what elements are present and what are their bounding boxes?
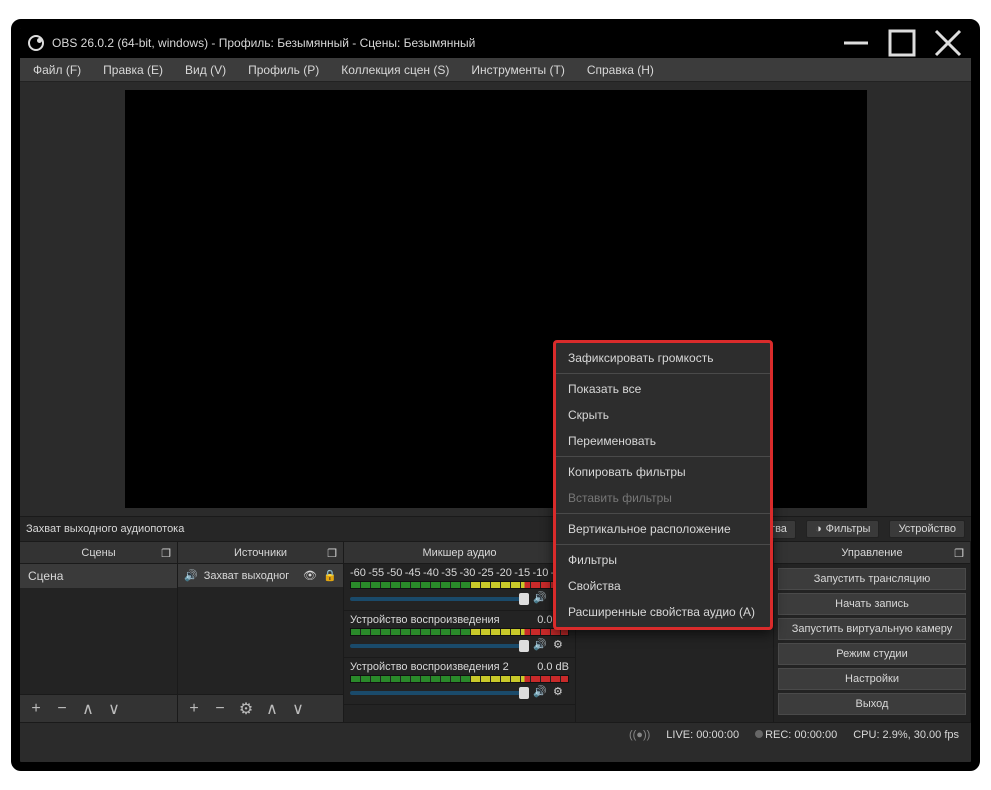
window-title: OBS 26.0.2 (64-bit, windows) - Профиль: … bbox=[52, 36, 833, 50]
context-menu-separator bbox=[556, 456, 770, 457]
close-button[interactable] bbox=[925, 28, 971, 58]
network-icon: ((●)) bbox=[629, 729, 650, 741]
status-cpu: CPU: 2.9%, 30.00 fps bbox=[853, 729, 959, 741]
mixer-panel: Микшер аудио❐ -60-55-50-45-40-35-30-25-2… bbox=[344, 542, 576, 722]
remove-scene-button[interactable]: − bbox=[50, 698, 74, 720]
speaker-icon[interactable]: 🔊 bbox=[533, 591, 549, 607]
controls-title: Управление bbox=[841, 547, 902, 559]
add-source-button[interactable]: + bbox=[182, 698, 206, 720]
control-button[interactable]: Режим студии bbox=[778, 643, 966, 665]
mixer-channel: Устройство воспроизведения0.0 dB🔊⚙ bbox=[344, 611, 575, 658]
control-button[interactable]: Выход bbox=[778, 693, 966, 715]
rec-dot-icon bbox=[755, 730, 763, 738]
speaker-icon[interactable]: 🔊 bbox=[533, 685, 549, 701]
control-button[interactable]: Начать запись bbox=[778, 593, 966, 615]
visibility-icon[interactable]: 👁 bbox=[303, 569, 317, 582]
lock-icon[interactable]: 🔒 bbox=[323, 569, 337, 582]
volume-slider[interactable] bbox=[350, 597, 529, 601]
dock-icon[interactable]: ❐ bbox=[325, 546, 339, 560]
context-menu-item[interactable]: Зафиксировать громкость bbox=[556, 345, 770, 371]
scene-item[interactable]: Сцена bbox=[20, 564, 177, 588]
context-menu-item[interactable]: Свойства bbox=[556, 573, 770, 599]
context-menu-item[interactable]: Скрыть bbox=[556, 402, 770, 428]
remove-source-button[interactable]: − bbox=[208, 698, 232, 720]
context-menu-item[interactable]: Фильтры bbox=[556, 547, 770, 573]
context-menu-item[interactable]: Расширенные свойства аудио (A) bbox=[556, 599, 770, 625]
volume-slider[interactable] bbox=[350, 691, 529, 695]
source-down-button[interactable]: ∨ bbox=[286, 698, 310, 720]
source-toolbar: Захват выходного аудиопотока ⚙Свойства ◑… bbox=[20, 516, 971, 542]
audio-meter bbox=[350, 581, 569, 589]
menu-profile[interactable]: Профиль (P) bbox=[239, 61, 328, 79]
menubar: Файл (F) Правка (E) Вид (V) Профиль (P) … bbox=[20, 58, 971, 82]
scenes-title: Сцены bbox=[81, 547, 115, 559]
mixer-channel: -60-55-50-45-40-35-30-25-20-15-10-50🔊⚙ bbox=[344, 564, 575, 611]
control-button[interactable]: Запустить виртуальную камеру bbox=[778, 618, 966, 640]
menu-tools[interactable]: Инструменты (T) bbox=[462, 61, 573, 79]
speaker-icon[interactable]: 🔊 bbox=[533, 638, 549, 654]
channel-name: Устройство воспроизведения 2 bbox=[350, 661, 509, 673]
scenes-panel: Сцены ❐ Сцена + − ∧ ∨ bbox=[20, 542, 178, 722]
maximize-button[interactable] bbox=[879, 28, 925, 58]
scene-down-button[interactable]: ∨ bbox=[102, 698, 126, 720]
statusbar: ((●)) LIVE: 00:00:00 REC: 00:00:00 CPU: … bbox=[20, 722, 971, 746]
filters-icon: ◑ bbox=[815, 523, 822, 535]
context-menu-item[interactable]: Переименовать bbox=[556, 428, 770, 454]
preview-area bbox=[20, 82, 971, 516]
menu-scene-collection[interactable]: Коллекция сцен (S) bbox=[332, 61, 458, 79]
source-item[interactable]: 🔊 Захват выходног 👁 🔒 bbox=[178, 564, 343, 587]
controls-panel: Управление ❐ Запустить трансляцию Начать з… bbox=[774, 542, 971, 722]
context-menu-item[interactable]: Показать все bbox=[556, 376, 770, 402]
speaker-icon: 🔊 bbox=[184, 569, 198, 582]
status-live: LIVE: 00:00:00 bbox=[666, 729, 739, 741]
source-label: Захват выходног bbox=[204, 570, 297, 582]
context-menu-item[interactable]: Копировать фильтры bbox=[556, 459, 770, 485]
filters-button[interactable]: ◑Фильтры bbox=[806, 520, 880, 538]
status-rec: REC: 00:00:00 bbox=[765, 729, 837, 741]
sources-title: Источники bbox=[234, 547, 287, 559]
volume-slider[interactable] bbox=[350, 644, 529, 648]
audio-meter bbox=[350, 628, 569, 636]
context-menu-item: Вставить фильтры bbox=[556, 485, 770, 511]
mixer-context-menu: Зафиксировать громкость Показать всеСкрыт… bbox=[553, 340, 773, 630]
channel-name: Устройство воспроизведения bbox=[350, 614, 500, 626]
control-button[interactable]: Запустить трансляцию bbox=[778, 568, 966, 590]
app-logo-icon bbox=[28, 35, 44, 51]
docks: Сцены ❐ Сцена + − ∧ ∨ Источники ❐ 🔊 Захват… bbox=[20, 542, 971, 722]
channel-settings-icon[interactable]: ⚙ bbox=[553, 638, 569, 654]
app-window: OBS 26.0.2 (64-bit, windows) - Профиль: … bbox=[11, 19, 980, 771]
sources-panel: Источники ❐ 🔊 Захват выходног 👁 🔒 + − ⚙ ∧… bbox=[178, 542, 344, 722]
channel-level: 0.0 dB bbox=[537, 661, 569, 673]
control-button[interactable]: Настройки bbox=[778, 668, 966, 690]
context-menu-separator bbox=[556, 513, 770, 514]
menu-file[interactable]: Файл (F) bbox=[24, 61, 90, 79]
context-menu-item[interactable]: Вертикальное расположение bbox=[556, 516, 770, 542]
menu-view[interactable]: Вид (V) bbox=[176, 61, 235, 79]
add-scene-button[interactable]: + bbox=[24, 698, 48, 720]
dock-icon[interactable]: ❐ bbox=[952, 546, 966, 560]
context-menu-separator bbox=[556, 544, 770, 545]
source-settings-button[interactable]: ⚙ bbox=[234, 698, 258, 720]
menu-edit[interactable]: Правка (E) bbox=[94, 61, 172, 79]
context-menu-separator bbox=[556, 373, 770, 374]
device-button[interactable]: Устройство bbox=[889, 520, 965, 538]
mixer-channel: Устройство воспроизведения 2 0.0 dB 🔊⚙ bbox=[344, 658, 575, 705]
audio-meter bbox=[350, 675, 569, 683]
channel-settings-icon[interactable]: ⚙ bbox=[553, 685, 569, 701]
mixer-title: Микшер аудио bbox=[422, 547, 496, 559]
scene-up-button[interactable]: ∧ bbox=[76, 698, 100, 720]
source-up-button[interactable]: ∧ bbox=[260, 698, 284, 720]
minimize-button[interactable] bbox=[833, 28, 879, 58]
selected-source-label: Захват выходного аудиопотока bbox=[26, 523, 184, 535]
menu-help[interactable]: Справка (H) bbox=[578, 61, 663, 79]
dock-icon[interactable]: ❐ bbox=[159, 546, 173, 560]
titlebar: OBS 26.0.2 (64-bit, windows) - Профиль: … bbox=[20, 28, 971, 58]
